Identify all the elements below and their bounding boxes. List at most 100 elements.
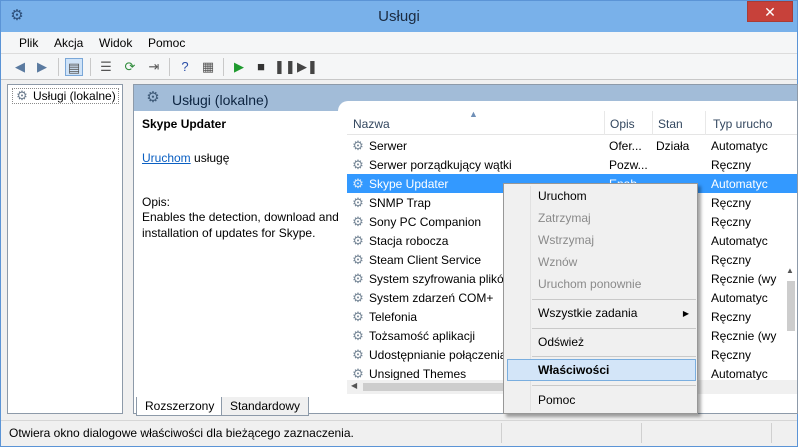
row-name: Steam Client Service	[369, 253, 482, 267]
row-status: Działa	[656, 139, 690, 153]
toolbar-separator	[58, 58, 59, 76]
services-window: ⚙ Usługi ✕ Plik Akcja Widok Pomoc ◀ ▶ ▤ …	[0, 0, 798, 447]
horizontal-scroll-thumb[interactable]	[363, 383, 513, 391]
row-type: Ręczny	[711, 158, 752, 172]
list-view-icon[interactable]: ☰	[97, 58, 115, 76]
pane-header: ⚙ Usługi (lokalne)	[134, 85, 797, 111]
view-tabs: Rozszerzony Standardowy	[133, 397, 433, 417]
start-row: Uruchom usługę	[142, 151, 342, 165]
gear-icon: ⚙	[352, 139, 364, 153]
vertical-scroll-thumb[interactable]	[787, 281, 795, 331]
scroll-up-arrow-icon[interactable]: ▲	[786, 266, 794, 275]
tree-item-label: Usługi (lokalne)	[33, 89, 116, 103]
window-title: Usługi	[378, 8, 420, 25]
row-name: Telefonia	[369, 310, 418, 324]
status-text: Otwiera okno dialogowe właściwości dla b…	[9, 426, 354, 440]
gear-icon: ⚙	[352, 329, 364, 343]
header-curve	[338, 101, 797, 111]
column-header-desc[interactable]: Opis	[610, 117, 635, 131]
pane-title: Usługi (lokalne)	[172, 92, 269, 108]
column-header-type[interactable]: Typ urucho	[713, 117, 772, 131]
row-desc: Ofer...	[609, 139, 642, 153]
console-tree-icon[interactable]: ▤	[65, 58, 83, 76]
stop-service-icon[interactable]: ■	[252, 58, 270, 76]
row-name: Unsigned Themes	[369, 367, 467, 381]
row-name: System zdarzeń COM+	[369, 291, 494, 305]
refresh-icon[interactable]: ⟳	[121, 58, 139, 76]
description-label: Opis:	[142, 195, 171, 209]
properties-sheet-icon[interactable]: ▦	[199, 58, 217, 76]
column-divider[interactable]	[652, 111, 653, 135]
gear-icon: ⚙	[352, 215, 364, 229]
gear-icon: ⚙	[16, 88, 28, 103]
toolbar-separator	[90, 58, 91, 76]
menu-akcja[interactable]: Akcja	[54, 36, 83, 50]
row-name: Stacja robocza	[369, 234, 449, 248]
column-divider[interactable]	[604, 111, 605, 135]
row-name: Tożsamość aplikacji	[369, 329, 476, 343]
menu-item-pause[interactable]: Wstrzymaj	[538, 231, 594, 249]
start-suffix: usługę	[194, 151, 230, 165]
menu-item-stop[interactable]: Zatrzymaj	[538, 209, 591, 227]
tab-standard[interactable]: Standardowy	[221, 397, 310, 416]
description-text: Enables the detection, download and inst…	[142, 210, 339, 240]
title-bar[interactable]: ⚙ Usługi ✕	[1, 1, 797, 32]
gear-icon: ⚙	[146, 89, 160, 106]
menu-plik[interactable]: Plik	[19, 36, 38, 50]
export-list-icon[interactable]: ⇥	[145, 58, 163, 76]
toolbar-separator	[169, 58, 170, 76]
detail-service-name: Skype Updater	[142, 117, 227, 131]
context-menu: Uruchom Zatrzymaj Wstrzymaj Wznów Urucho…	[503, 183, 698, 414]
help-icon[interactable]: ?	[176, 58, 194, 76]
table-row[interactable]: ⚙ Serwer Ofer... Działa Automatyc	[347, 136, 797, 155]
row-type: Automatyc	[711, 139, 768, 153]
column-header-status[interactable]: Stan	[658, 117, 683, 131]
status-divider	[501, 423, 502, 443]
menu-item-help[interactable]: Pomoc	[538, 391, 575, 409]
gear-icon: ⚙	[352, 158, 364, 172]
tab-extended[interactable]: Rozszerzony	[136, 397, 224, 416]
toolbar: ◀ ▶ ▤ ☰ ⟳ ⇥ ? ▦ ▶ ■ ❚❚ ▶❚	[1, 54, 797, 80]
gear-icon: ⚙	[352, 196, 364, 210]
scroll-left-arrow-icon[interactable]: ◀	[351, 381, 357, 390]
row-name: Serwer porządkujący wątki	[369, 158, 512, 172]
menu-item-restart[interactable]: Uruchom ponownie	[538, 275, 641, 293]
start-service-link[interactable]: Uruchom	[142, 151, 191, 165]
restart-service-icon[interactable]: ▶❚	[297, 58, 318, 76]
column-header-name[interactable]: Nazwa	[353, 117, 390, 131]
console-tree: ⚙ Usługi (lokalne)	[7, 84, 123, 414]
menu-separator	[532, 328, 696, 329]
menu-item-all-tasks[interactable]: Wszystkie zadania	[538, 304, 637, 322]
gear-icon: ⚙	[352, 177, 364, 191]
row-name: Sony PC Companion	[369, 215, 482, 229]
gear-icon: ⚙	[352, 348, 364, 362]
column-divider[interactable]	[705, 111, 706, 135]
back-arrow-icon[interactable]: ◀	[11, 58, 29, 76]
status-divider	[771, 423, 772, 443]
menu-item-properties[interactable]: Właściwości	[538, 361, 609, 379]
menu-item-start[interactable]: Uruchom	[538, 187, 587, 205]
forward-arrow-icon[interactable]: ▶	[33, 58, 51, 76]
menu-widok[interactable]: Widok	[99, 36, 132, 50]
gear-icon: ⚙	[352, 367, 364, 381]
row-name: Serwer	[369, 139, 408, 153]
gear-icon: ⚙	[352, 253, 364, 267]
row-name: Udostępnianie połączenia	[369, 348, 507, 362]
menu-separator	[532, 356, 696, 357]
gear-icon: ⚙	[352, 272, 364, 286]
menu-bar: Plik Akcja Widok Pomoc	[1, 32, 797, 54]
table-row[interactable]: ⚙ Serwer porządkujący wątki Pozw... Ręczn…	[347, 155, 797, 174]
toolbar-separator	[223, 58, 224, 76]
menu-item-refresh[interactable]: Odśwież	[538, 333, 584, 351]
row-desc: Pozw...	[609, 158, 648, 172]
sort-ascending-icon: ▲	[469, 109, 478, 119]
row-type: Automatyc	[711, 177, 768, 191]
pause-service-icon[interactable]: ❚❚	[274, 58, 296, 76]
menu-pomoc[interactable]: Pomoc	[148, 36, 185, 50]
menu-item-resume[interactable]: Wznów	[538, 253, 577, 271]
vertical-scrollbar[interactable]: ▲	[784, 221, 797, 381]
tree-item-services-local[interactable]: ⚙ Usługi (lokalne)	[12, 88, 119, 104]
close-button[interactable]: ✕	[747, 1, 793, 22]
start-service-icon[interactable]: ▶	[230, 58, 248, 76]
status-bar: Otwiera okno dialogowe właściwości dla b…	[1, 420, 797, 446]
